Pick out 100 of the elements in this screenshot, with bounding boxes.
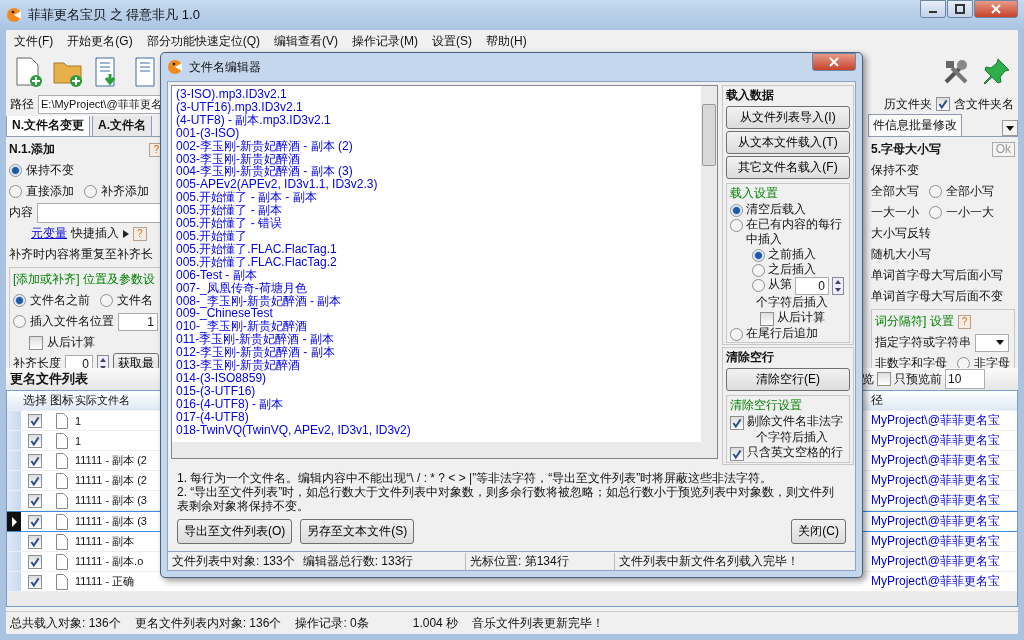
- horizontal-scrollbar[interactable]: [172, 442, 717, 458]
- option-label: 个字符后插入: [756, 430, 828, 445]
- number-field[interactable]: 0: [795, 277, 829, 295]
- checkbox[interactable]: [936, 97, 950, 111]
- number-field[interactable]: 1: [118, 312, 158, 331]
- get-button[interactable]: 获取最: [113, 353, 159, 368]
- export-button[interactable]: 另存至文本文件(S): [300, 519, 415, 544]
- file-icon: [56, 492, 68, 509]
- checkbox[interactable]: [28, 554, 42, 569]
- radio-button[interactable]: [929, 206, 942, 219]
- vertical-scrollbar[interactable]: [701, 86, 717, 442]
- editor-line: 008-_李玉刚-新贵妃醉酒 - 副本: [176, 294, 343, 308]
- separator-dropdown[interactable]: [975, 333, 1009, 352]
- checkbox[interactable]: [28, 433, 42, 448]
- status-text: 文件列表中对象: 133个: [171, 552, 296, 570]
- tab[interactable]: A.文件名: [92, 116, 152, 136]
- load-button[interactable]: 从文件列表导入(I): [726, 106, 850, 129]
- variable-link[interactable]: 元变量: [31, 225, 67, 242]
- checkbox[interactable]: [28, 574, 42, 589]
- checkbox[interactable]: [877, 372, 891, 386]
- option-label: 一大一小: [871, 204, 919, 221]
- note-text: 1. 每行为一个文件名。编辑内容中不能出现“\ / : * ? < > |”等非法字符，“导出至文件列表”时将屏蔽这些非法字符。: [177, 471, 774, 485]
- checkbox[interactable]: [29, 335, 43, 350]
- close-button[interactable]: [812, 53, 856, 71]
- path-label: 路径: [10, 95, 34, 113]
- preview-count-field[interactable]: 10: [945, 369, 985, 389]
- radio-button[interactable]: [9, 164, 22, 177]
- option-label: 插入文件名位置: [30, 313, 114, 330]
- checkbox-label: 含文件夹名: [954, 95, 1014, 113]
- radio-button[interactable]: [929, 185, 942, 198]
- table-cell-text: MyProject\@菲菲更名宝: [871, 452, 1001, 469]
- checkbox[interactable]: [28, 473, 42, 488]
- checkbox[interactable]: [730, 416, 744, 430]
- editor-line: 005.开始懂了 - 副本 - 副本: [176, 191, 318, 205]
- number-field[interactable]: 0: [65, 354, 93, 368]
- menu-item[interactable]: 操作记录(M): [352, 32, 418, 50]
- content-field[interactable]: [37, 202, 163, 223]
- checkbox[interactable]: [760, 312, 774, 326]
- text-editor[interactable]: [171, 85, 718, 459]
- group-title: [添加或补齐] 位置及参数设: [13, 271, 155, 288]
- checkbox[interactable]: [28, 453, 42, 468]
- clear-empty-lines-button[interactable]: 清除空行(E): [726, 368, 850, 391]
- close-dialog-button[interactable]: 关闭(C): [791, 519, 846, 544]
- radio-button[interactable]: [730, 204, 743, 217]
- radio-button[interactable]: [730, 219, 743, 232]
- radio-button[interactable]: [84, 185, 97, 198]
- option-label: 之前插入: [768, 247, 816, 262]
- table-cell-text: MyProject\@菲菲更名宝: [871, 533, 1001, 550]
- radio-button[interactable]: [730, 328, 743, 341]
- group-title: 词分隔符] 设置: [875, 313, 954, 330]
- minimize-button[interactable]: [920, 0, 946, 18]
- file-icon: [56, 472, 68, 489]
- radio-button[interactable]: [752, 264, 765, 277]
- table-cell-text: MyProject\@菲菲更名宝: [871, 553, 1001, 570]
- file-icon: [56, 412, 68, 429]
- radio-button[interactable]: [752, 249, 765, 262]
- tab[interactable]: N.文件名变更: [6, 116, 90, 136]
- load-button[interactable]: 其它文件名载入(F): [726, 156, 850, 179]
- editor-line: 006-Test - 副本: [176, 268, 257, 282]
- file-icon: [56, 513, 68, 530]
- spin-arrows-icon[interactable]: [97, 354, 109, 368]
- radio-button[interactable]: [13, 294, 26, 307]
- menu-item[interactable]: 设置(S): [432, 32, 472, 50]
- radio-button[interactable]: [13, 315, 26, 328]
- load-button[interactable]: 从文本文件载入(T): [726, 131, 850, 154]
- radio-button[interactable]: [100, 294, 113, 307]
- checkbox[interactable]: [28, 493, 42, 508]
- maximize-button[interactable]: [947, 0, 973, 18]
- column-header[interactable]: 实际文件名: [75, 393, 159, 408]
- radio-button[interactable]: [752, 279, 765, 292]
- menu-item[interactable]: 帮助(H): [486, 32, 527, 50]
- table-cell-text: MyProject\@菲菲更名宝: [871, 492, 1001, 509]
- checkbox[interactable]: [28, 514, 42, 529]
- row-header[interactable]: [7, 512, 21, 531]
- column-header[interactable]: 图标: [49, 392, 75, 409]
- column-header[interactable]: 选择: [21, 392, 49, 409]
- table-cell-text: MyProject\@菲菲更名宝: [871, 513, 1001, 530]
- option-label: 全部小写: [946, 183, 994, 200]
- checkbox[interactable]: [28, 413, 42, 428]
- close-button[interactable]: [974, 0, 1018, 18]
- radio-button[interactable]: [9, 185, 22, 198]
- submenu-arrow-icon[interactable]: [123, 229, 129, 238]
- table-cell-text: 11111 - 副本 (3: [75, 514, 148, 529]
- menu-item[interactable]: 部分功能快速定位(Q): [146, 32, 260, 50]
- export-button[interactable]: 导出至文件列表(O): [177, 519, 293, 544]
- table-cell-text: 1: [75, 414, 83, 427]
- editor-line: 007-_凤凰传奇-荷塘月色: [176, 281, 308, 295]
- column-header[interactable]: 径: [871, 392, 1017, 409]
- editor-line: 005.开始懂了 - 错误: [176, 217, 284, 230]
- horizontal-scrollbar[interactable]: [7, 592, 1017, 606]
- menu-item[interactable]: 编辑查看(V): [274, 32, 338, 50]
- file-icon: [56, 452, 68, 469]
- tab[interactable]: 件信息批量修改: [868, 114, 962, 136]
- checkbox[interactable]: [28, 534, 42, 549]
- checkbox[interactable]: [730, 447, 744, 461]
- checkbox-label: 只含英文空格的行: [747, 445, 843, 460]
- spin-arrows-icon[interactable]: [832, 277, 844, 295]
- menu-item[interactable]: 开始更名(G): [67, 32, 133, 50]
- table-cell-text: MyProject\@菲菲更名宝: [871, 472, 1001, 489]
- menu-item[interactable]: 文件(F): [14, 32, 54, 50]
